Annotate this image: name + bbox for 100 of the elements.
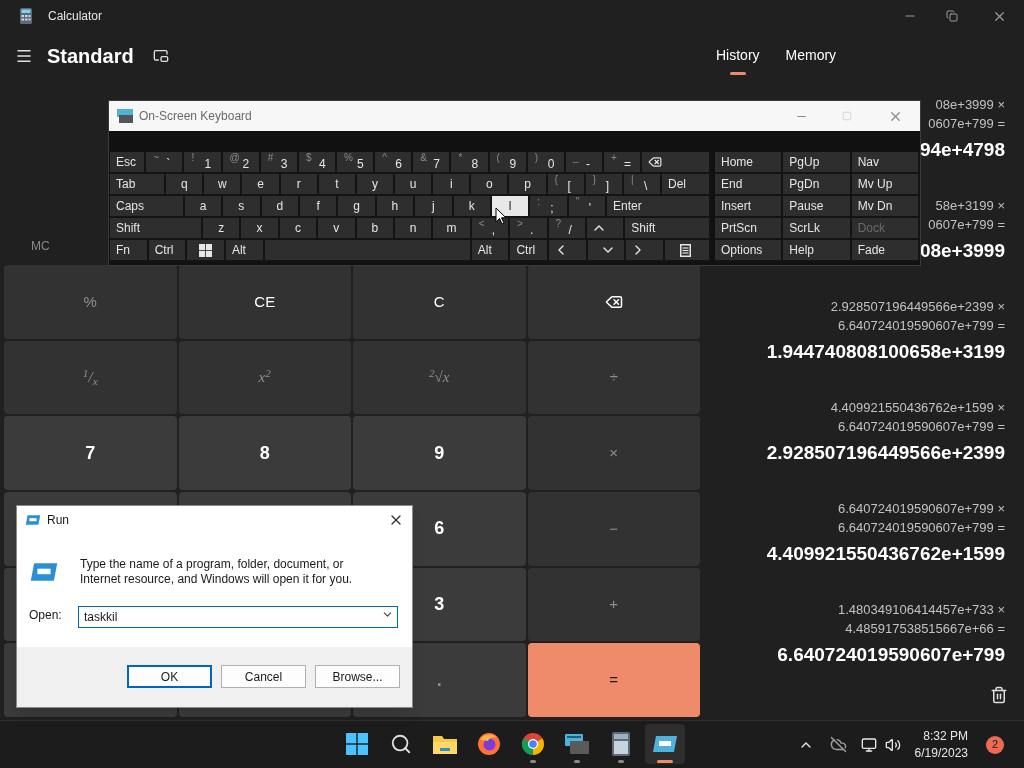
keyboard-key[interactable]: Nav [851,152,920,174]
keyboard-key[interactable]: ^ 6 [375,152,414,172]
keyboard-key[interactable]: : ; [530,196,569,216]
keyboard-key[interactable]: y [356,174,396,194]
keyboard-key[interactable]: PrtScn [715,218,784,240]
cloud-off-icon[interactable] [829,736,847,753]
keyboard-key[interactable]: Mv Dn [851,196,920,218]
keyboard-key[interactable]: Enter [607,196,711,216]
keyboard-key[interactable]: u [395,174,434,194]
keyboard-key[interactable]: > . [510,218,549,238]
keyboard-key[interactable]: ScrLk [783,218,852,240]
keyboard-key[interactable]: h [376,196,416,216]
keyboard-key[interactable]: Insert [715,196,784,218]
keyboard-key[interactable]: Pause [783,196,852,218]
keyboard-key[interactable]: p [509,174,548,194]
keyboard-key[interactable]: x [241,218,280,238]
keyboard-key[interactable]: | \ [623,174,663,194]
keyboard-key[interactable]: } ] [585,174,624,194]
equals-button[interactable]: = [527,643,700,717]
history-expression: 4.485917538515667e+66 = [845,620,1005,638]
keyboard-key[interactable]: _ - [565,152,604,172]
keyboard-key[interactable]: c [279,218,319,238]
volume-icon[interactable] [884,736,901,753]
keyboard-key[interactable]: Help [783,240,852,262]
keyboard-key[interactable]: e [242,174,281,194]
delete-history-icon[interactable] [990,686,1008,704]
keyboard-key[interactable]: Options [715,240,784,262]
keyboard-key[interactable]: v [318,218,357,238]
keyboard-key[interactable]: Ctrl [510,240,550,260]
notification-badge[interactable]: 2 [986,735,1004,754]
keyboard-key[interactable]: Home [715,152,784,174]
dialog-button[interactable]: Browse... [315,665,400,688]
keyboard-key[interactable]: Shift [110,218,203,238]
keyboard-key[interactable]: End [715,174,784,196]
keyboard-key[interactable] [642,152,711,172]
taskbar-app-button[interactable] [645,724,685,764]
keyboard-key[interactable]: % 5 [337,152,376,172]
keyboard-key[interactable]: s [223,196,262,216]
keyboard-key[interactable]: ( 9 [489,152,528,172]
menu-icon[interactable] [15,47,33,65]
keyboard-key[interactable]: b [356,218,395,238]
keyboard-key[interactable]: Shift [625,218,711,238]
keyboard-key[interactable]: Tab [110,174,167,194]
network-icon[interactable] [860,736,877,753]
keyboard-key[interactable]: ) 0 [527,152,566,172]
keyboard-key[interactable]: r [280,174,319,194]
keyboard-key[interactable]: f [299,196,339,216]
history-expression: 0607e+799 = [928,115,1005,133]
keyboard-key[interactable]: { [ [547,174,586,194]
memory-button[interactable]: MC [31,237,50,255]
open-combobox[interactable]: taskkil [78,606,398,628]
keyboard-key[interactable]: a [184,196,224,216]
keep-on-top-icon[interactable] [152,48,169,64]
keyboard-key[interactable]: j [415,196,454,216]
keyboard-key[interactable]: k [453,196,492,216]
panel-tab[interactable]: History [716,45,760,75]
keyboard-key[interactable]: z [203,218,242,238]
keyboard-key[interactable]: Alt [225,240,265,260]
keyboard-key[interactable]: Alt [471,240,511,260]
keyboard-key[interactable]: + = [604,152,643,172]
keyboard-key[interactable]: Fade [851,240,920,262]
keyboard-key[interactable]: d [261,196,300,216]
keyboard-key[interactable]: o [471,174,510,194]
keyboard-key[interactable]: t [318,174,357,194]
keyboard-key[interactable]: Ctrl [148,240,188,260]
keyboard-key[interactable]: ~ ` [146,152,185,172]
keyboard-key[interactable]: w [204,174,243,194]
dialog-button[interactable]: OK [127,665,212,688]
restore-icon[interactable] [946,10,958,22]
keyboard-key[interactable]: @ 2 [222,152,261,172]
calculator-key[interactable]: 9 [353,416,526,490]
keyboard-key[interactable]: Caps [110,196,185,216]
keyboard-key[interactable]: i [433,174,472,194]
keyboard-key[interactable]: " ' [568,196,608,216]
running-indicator [618,760,624,763]
keyboard-key[interactable]: # 3 [260,152,299,172]
clock[interactable]: 8:32 PM 6/19/2023 [914,727,968,762]
keyboard-key[interactable]: $ 4 [298,152,338,172]
keyboard-key[interactable]: g [338,196,377,216]
keyboard-key[interactable]: Del [662,174,711,194]
calculator-key[interactable]: 7 [4,416,177,490]
keyboard-key[interactable]: * 8 [451,152,490,172]
keyboard-key[interactable] [187,240,226,260]
keyboard-key[interactable]: ! 1 [184,152,223,172]
panel-tab[interactable]: Memory [785,45,837,75]
keyboard-key[interactable]: m [433,218,472,238]
keyboard-key[interactable]: ? / [548,218,587,238]
keyboard-key[interactable]: Fn [110,240,149,260]
keyboard-key[interactable]: PgUp [783,152,852,174]
keyboard-key[interactable]: & 7 [413,152,452,172]
keyboard-key[interactable]: Esc [110,152,147,172]
keyboard-key[interactable] [665,240,711,260]
keyboard-key[interactable]: PgDn [783,174,852,196]
calculator-key[interactable]: C [353,265,526,339]
calculator-key[interactable]: CE [178,265,351,339]
keyboard-key[interactable]: n [394,218,434,238]
keyboard-key[interactable]: q [166,174,205,194]
calculator-key[interactable]: 8 [178,416,351,490]
keyboard-key[interactable]: Mv Up [851,174,920,196]
dialog-button[interactable]: Cancel [221,665,306,688]
